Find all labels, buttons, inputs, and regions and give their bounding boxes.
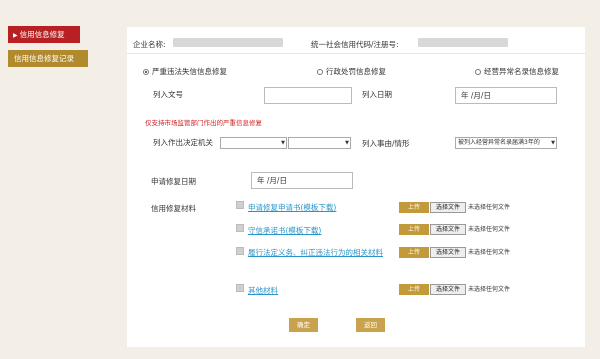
repair-form-panel: 企业名称: 统一社会信用代码/注册号: 严重违法失信信息修复 行政处罚信息修复 …	[127, 27, 585, 347]
choose-file-button[interactable]: 选择文件	[430, 247, 466, 258]
material-link-commitment[interactable]: 守信承诺书(模板下载)	[248, 225, 321, 236]
radio-administrative-penalty[interactable]: 行政处罚信息修复	[317, 66, 386, 77]
choose-file-button[interactable]: 选择文件	[430, 202, 466, 213]
reason-label: 列入事由/情形	[362, 139, 410, 148]
upload-button[interactable]: 上传	[399, 247, 429, 258]
list-date-input[interactable]: 年 /月/日	[455, 87, 557, 104]
material-link-obligations[interactable]: 履行法定义务、纠正违法行为的相关材料	[248, 248, 392, 258]
radio-label: 严重违法失信信息修复	[152, 67, 227, 76]
radio-dot	[475, 68, 481, 75]
authority-select-1[interactable]: ▼	[220, 137, 287, 149]
doc-number-label: 列入文号	[153, 90, 183, 99]
choose-file-button[interactable]: 选择文件	[430, 284, 466, 295]
arrow-right-icon: ▶	[13, 32, 18, 39]
divider	[127, 53, 585, 54]
sidebar-item-label: 信用信息修复记录	[14, 54, 74, 63]
choose-file-button[interactable]: 选择文件	[430, 224, 466, 235]
upload-button[interactable]: 上传	[399, 224, 429, 235]
radio-serious-violation[interactable]: 严重违法失信信息修复	[143, 66, 227, 77]
material-checkbox[interactable]	[236, 201, 244, 209]
radio-label: 经营异常名录信息修复	[484, 67, 559, 76]
back-button[interactable]: 返回	[356, 318, 385, 332]
authority-select-2[interactable]: ▼	[288, 137, 351, 149]
radio-dot-selected	[143, 68, 149, 75]
authority-label: 列入作出决定机关	[153, 138, 213, 147]
material-link-application[interactable]: 申请修复申请书(模板下载)	[248, 202, 336, 213]
doc-number-input[interactable]	[264, 87, 352, 104]
list-date-label: 列入日期	[362, 90, 392, 99]
company-name-value-redacted	[173, 38, 283, 47]
file-status: 未选择任何文件	[468, 249, 511, 256]
material-checkbox[interactable]	[236, 284, 244, 292]
radio-label: 行政处罚信息修复	[326, 67, 386, 76]
sidebar-item-repair-records[interactable]: 信用信息修复记录	[8, 50, 88, 67]
sidebar-item-label: 信用信息修复	[19, 30, 65, 39]
caret-down-icon: ▼	[345, 140, 349, 146]
material-checkbox[interactable]	[236, 247, 244, 255]
material-checkbox[interactable]	[236, 224, 244, 232]
materials-label: 信用修复材料	[151, 204, 196, 213]
apply-date-input[interactable]: 年 /月/日	[251, 172, 353, 189]
radio-abnormal-operation[interactable]: 经营异常名录信息修复	[475, 66, 559, 77]
credit-code-value-redacted	[418, 38, 508, 47]
file-status: 未选择任何文件	[468, 226, 511, 233]
caret-down-icon: ▼	[281, 140, 285, 146]
select-value: 被列入经营异常名录届满3年的	[458, 139, 540, 146]
material-link-other[interactable]: 其他材料	[248, 285, 278, 296]
confirm-button[interactable]: 确定	[289, 318, 318, 332]
file-status: 未选择任何文件	[468, 204, 511, 211]
reason-select[interactable]: 被列入经营异常名录届满3年的 ▼	[455, 137, 557, 149]
caret-down-icon: ▼	[551, 140, 555, 146]
credit-code-label: 统一社会信用代码/注册号:	[311, 40, 399, 49]
radio-dot	[317, 68, 323, 75]
file-status: 未选择任何文件	[468, 286, 511, 293]
notice-text: 仅支持市场监管部门作出的严重信息修复	[145, 119, 262, 127]
sidebar-item-credit-repair[interactable]: ▶ 信用信息修复	[8, 26, 80, 43]
upload-button[interactable]: 上传	[399, 284, 429, 295]
company-name-label: 企业名称:	[133, 40, 166, 49]
apply-date-label: 申请修复日期	[151, 177, 196, 186]
upload-button[interactable]: 上传	[399, 202, 429, 213]
